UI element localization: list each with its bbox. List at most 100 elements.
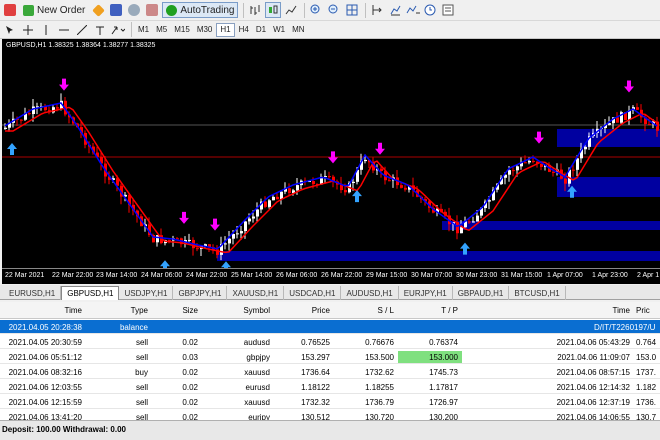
row-tp: 1726.97 (429, 398, 458, 407)
main-toolbar: New Order AutoTrading (0, 0, 660, 21)
row-size: 0.02 (182, 383, 198, 392)
table-row[interactable]: 2021.04.06 08:32:16 buy 0.02 xauusd 1736… (0, 365, 660, 379)
periods-icon[interactable] (423, 2, 439, 18)
timeframe-w1[interactable]: W1 (270, 23, 288, 37)
candle-body (224, 243, 227, 245)
horizontal-line-icon[interactable] (56, 22, 72, 38)
tab-usdcad[interactable]: USDCAD,H1 (284, 286, 342, 300)
table-row[interactable]: 2021.04.06 12:15:59 sell 0.02 xauusd 173… (0, 395, 660, 409)
table-row[interactable]: 2021.04.06 05:51:12 sell 0.03 gbpjpy 153… (0, 350, 660, 364)
row-size: 0.03 (182, 353, 198, 362)
table-row[interactable]: 2021.04.05 20:30:59 sell 0.02 audusd 0.7… (0, 335, 660, 349)
row-sl: 1736.79 (365, 398, 394, 407)
buy-signal-arrow-icon (221, 261, 231, 268)
candle-body (268, 200, 271, 207)
column-header-symbol[interactable]: Symbol (243, 306, 270, 315)
bar-chart-icon[interactable] (247, 2, 263, 18)
tab-audusd[interactable]: AUDUSD,H1 (341, 286, 399, 300)
signals-icon[interactable] (126, 2, 142, 18)
autotrading-label: AutoTrading (180, 4, 235, 16)
timeframe-mn[interactable]: MN (289, 23, 307, 37)
column-header-close-time[interactable]: Time (613, 306, 630, 315)
timeframe-m30[interactable]: M30 (194, 23, 216, 37)
tab-gbpaud[interactable]: GBPAUD,H1 (453, 286, 510, 300)
zoom-out-icon[interactable] (326, 2, 342, 18)
timeframe-m5[interactable]: M5 (153, 23, 170, 37)
candle-body (532, 160, 535, 162)
time-axis-label: 1 Apr 07:00 (547, 272, 583, 279)
row-type: sell (135, 398, 148, 407)
market-watch-icon[interactable] (108, 2, 124, 18)
tile-windows-icon[interactable] (344, 2, 360, 18)
text-label-icon[interactable] (92, 22, 108, 38)
candle-body (156, 235, 159, 243)
table-row[interactable]: 2021.04.06 12:03:55 sell 0.02 eurusd 1.1… (0, 380, 660, 394)
time-axis-label: 29 Mar 15:00 (366, 272, 408, 279)
timeframe-m15[interactable]: M15 (171, 23, 193, 37)
column-header-close-price[interactable]: Pric (636, 306, 650, 315)
tab-gbpusd[interactable]: GBPUSD,H1 (61, 286, 120, 300)
toolbar-separator (131, 22, 132, 37)
column-header-type[interactable]: Type (131, 306, 148, 315)
candlestick-icon[interactable] (265, 2, 282, 18)
tab-btcusd[interactable]: BTCUSD,H1 (509, 286, 566, 300)
column-header-tp[interactable]: T / P (441, 306, 458, 315)
row-tp: 0.76374 (429, 338, 458, 347)
tab-usdjpy[interactable]: USDJPY,H1 (119, 286, 174, 300)
timeframe-d1[interactable]: D1 (253, 23, 269, 37)
timeframe-m1[interactable]: M1 (135, 23, 152, 37)
candle-body (196, 248, 199, 250)
candle-body (616, 117, 619, 123)
indicators-icon[interactable] (405, 2, 421, 18)
arrows-dropdown-icon[interactable] (110, 22, 126, 38)
chart-shift-icon[interactable] (369, 2, 385, 18)
candle-body (636, 107, 639, 110)
row-tp: 153.000 (429, 353, 458, 362)
column-header-time[interactable]: Time (65, 306, 82, 315)
candle-body (524, 162, 527, 164)
candle-body (32, 106, 35, 115)
candle-body (252, 216, 255, 219)
zoom-in-icon[interactable] (308, 2, 324, 18)
vertical-line-icon[interactable] (38, 22, 54, 38)
autoscroll-icon[interactable] (387, 2, 403, 18)
tab-eurusd[interactable]: EURUSD,H1 (4, 286, 62, 300)
new-order-label: New Order (37, 4, 86, 16)
row-close-price: 1737. (636, 368, 657, 377)
new-chart-icon[interactable] (2, 2, 18, 18)
row-time: 2021.04.06 08:32:16 (8, 368, 82, 377)
candle-body (400, 185, 403, 188)
tab-xauusd[interactable]: XAUUSD,H1 (227, 286, 285, 300)
column-header-price[interactable]: Price (312, 306, 330, 315)
column-header-sl[interactable]: S / L (378, 306, 394, 315)
line-chart-icon[interactable] (283, 2, 299, 18)
row-time: 2021.04.05 20:28:38 (8, 323, 82, 332)
cursor-icon[interactable] (2, 22, 18, 38)
autotrading-button[interactable]: AutoTrading (162, 2, 239, 18)
column-header-size[interactable]: Size (182, 306, 198, 315)
timeframe-h4[interactable]: H4 (236, 23, 252, 37)
candle-body (20, 119, 23, 121)
crosshair-icon[interactable] (20, 22, 36, 38)
row-size: 0.02 (182, 368, 198, 377)
metaeditor-icon[interactable] (90, 2, 106, 18)
balance-row[interactable]: 2021.04.05 20:28:38 balance D/IT/T226019… (0, 320, 660, 334)
new-order-button[interactable]: New Order (20, 2, 88, 18)
chart-canvas[interactable] (2, 39, 660, 268)
timeframe-h1[interactable]: H1 (216, 22, 235, 37)
toolbar-separator (243, 2, 245, 18)
candle-body (288, 188, 291, 193)
price-chart[interactable]: GBPUSD,H1 1.38325 1.38364 1.38277 1.3832… (2, 39, 660, 284)
time-axis-label: 24 Mar 22:00 (186, 272, 228, 279)
tab-gbpjpy[interactable]: GBPJPY,H1 (173, 286, 228, 300)
timeframe-toolbar: M1 M5 M15 M30 H1 H4 D1 W1 MN (0, 21, 660, 39)
candle-body (188, 239, 191, 241)
candle-body (476, 215, 479, 222)
row-type: sell (135, 353, 148, 362)
navigator-icon[interactable] (144, 2, 160, 18)
trendline-icon[interactable] (74, 22, 90, 38)
signal-arrows-group (7, 78, 634, 268)
tab-eurjpy[interactable]: EURJPY,H1 (399, 286, 453, 300)
candle-body (576, 158, 579, 170)
templates-icon[interactable] (441, 2, 457, 18)
